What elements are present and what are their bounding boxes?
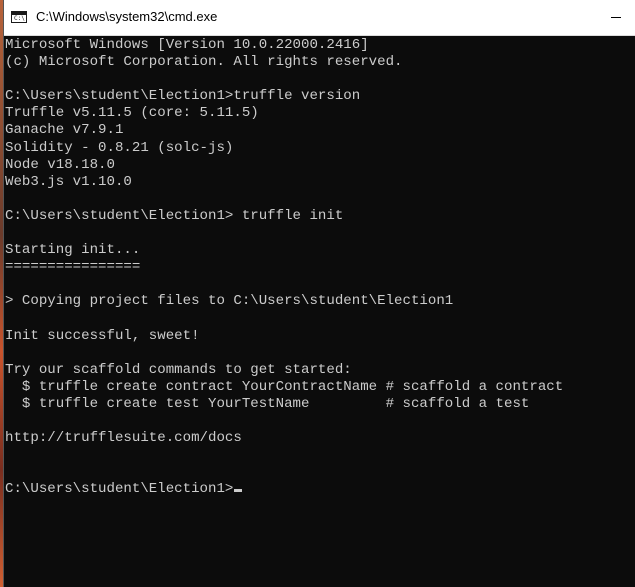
- console-line: > Copying project files to C:\Users\stud…: [5, 293, 454, 310]
- text-cursor: [234, 489, 243, 493]
- console-line: (c) Microsoft Corporation. All rights re…: [5, 54, 403, 71]
- console-output[interactable]: Microsoft Windows [Version 10.0.22000.24…: [5, 37, 633, 585]
- console-line: Truffle v5.11.5 (core: 5.11.5): [5, 105, 259, 122]
- console-line: $ truffle create test YourTestName # sca…: [5, 395, 530, 412]
- console-line: C:\Users\student\Election1>truffle versi…: [5, 88, 361, 105]
- minimize-icon: [611, 16, 621, 18]
- console-line: C:\Users\student\Election1> truffle init: [5, 207, 344, 224]
- console-line: Ganache v7.9.1: [5, 122, 124, 139]
- console-line: C:\Users\student\Election1>: [5, 481, 633, 498]
- console-line: ================: [5, 259, 141, 276]
- cmd-icon[interactable]: C:\: [11, 11, 27, 23]
- console-line: Web3.js v1.10.0: [5, 173, 132, 190]
- console-line: Node v18.18.0: [5, 156, 115, 173]
- cmd-window[interactable]: C:\ C:\Windows\system32\cmd.exe Microsof…: [3, 0, 635, 587]
- title-bar[interactable]: C:\ C:\Windows\system32\cmd.exe: [4, 0, 635, 36]
- console-line: Starting init...: [5, 242, 141, 259]
- console-line: Solidity - 0.8.21 (solc-js): [5, 139, 234, 156]
- console-line: $ truffle create contract YourContractNa…: [5, 378, 564, 395]
- console-line: Try our scaffold commands to get started…: [5, 361, 352, 378]
- console-line: Microsoft Windows [Version 10.0.22000.24…: [5, 37, 369, 53]
- window-title: C:\Windows\system32\cmd.exe: [36, 9, 218, 24]
- console-line: http://trufflesuite.com/docs: [5, 430, 242, 447]
- minimize-button[interactable]: [602, 4, 630, 30]
- console-line: Init successful, sweet!: [5, 327, 200, 344]
